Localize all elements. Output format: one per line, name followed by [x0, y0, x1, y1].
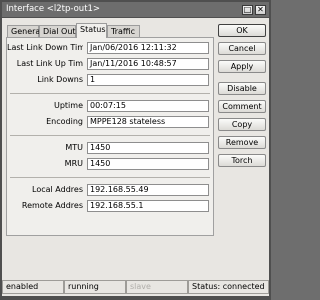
- last-link-up-time-field[interactable]: Jan/11/2016 10:48:57: [87, 58, 209, 70]
- separator: [10, 177, 210, 178]
- status-panel: Last Link Down Tim Jan/06/2016 12:11:32 …: [6, 37, 214, 236]
- ok-button[interactable]: OK: [218, 24, 266, 37]
- connection-status: Status: connected: [188, 280, 269, 294]
- status-bar: enabled running slave Status: connected: [2, 280, 269, 294]
- remove-button[interactable]: Remove: [218, 136, 266, 149]
- apply-button[interactable]: Apply: [218, 60, 266, 73]
- mru-field[interactable]: 1450: [87, 158, 209, 170]
- remote-address-field[interactable]: 192.168.55.1: [87, 200, 209, 212]
- last-link-down-time-label: Last Link Down Tim: [7, 43, 83, 52]
- maximize-button[interactable]: □: [242, 5, 253, 15]
- cancel-button[interactable]: Cancel: [218, 42, 266, 55]
- mtu-label: MTU: [65, 143, 83, 152]
- tab-general[interactable]: General: [7, 25, 43, 37]
- torch-button[interactable]: Torch: [218, 154, 266, 167]
- window-body: General Dial Out Status Traffic Last Lin…: [2, 18, 269, 296]
- close-button[interactable]: ✕: [255, 5, 266, 15]
- copy-button[interactable]: Copy: [218, 118, 266, 131]
- mru-label: MRU: [64, 159, 83, 168]
- local-address-label: Local Addres: [32, 185, 83, 194]
- running-status: running: [64, 280, 126, 294]
- separator: [10, 93, 210, 94]
- comment-button[interactable]: Comment: [218, 100, 266, 113]
- uptime-field[interactable]: 00:07:15: [87, 100, 209, 112]
- tab-dial-out[interactable]: Dial Out: [39, 25, 76, 37]
- mtu-field[interactable]: 1450: [87, 142, 209, 154]
- encoding-label: Encoding: [46, 117, 83, 126]
- tab-status[interactable]: Status: [76, 23, 107, 38]
- title-bar[interactable]: Interface <l2tp-out1> □ ✕: [2, 2, 269, 17]
- local-address-field[interactable]: 192.168.55.49: [87, 184, 209, 196]
- enabled-status: enabled: [2, 280, 64, 294]
- interface-window: Interface <l2tp-out1> □ ✕ General Dial O…: [0, 0, 271, 300]
- last-link-up-time-label: Last Link Up Tim: [16, 59, 83, 68]
- window-title: Interface <l2tp-out1>: [6, 4, 101, 14]
- remote-address-label: Remote Addres: [21, 201, 83, 210]
- encoding-field[interactable]: MPPE128 stateless: [87, 116, 209, 128]
- slave-status: slave: [126, 280, 188, 294]
- link-downs-field[interactable]: 1: [87, 74, 209, 86]
- uptime-label: Uptime: [53, 101, 83, 110]
- separator: [10, 135, 210, 136]
- last-link-down-time-field[interactable]: Jan/06/2016 12:11:32: [87, 42, 209, 54]
- disable-button[interactable]: Disable: [218, 82, 266, 95]
- link-downs-label: Link Downs: [37, 75, 83, 84]
- tab-traffic[interactable]: Traffic: [107, 25, 140, 37]
